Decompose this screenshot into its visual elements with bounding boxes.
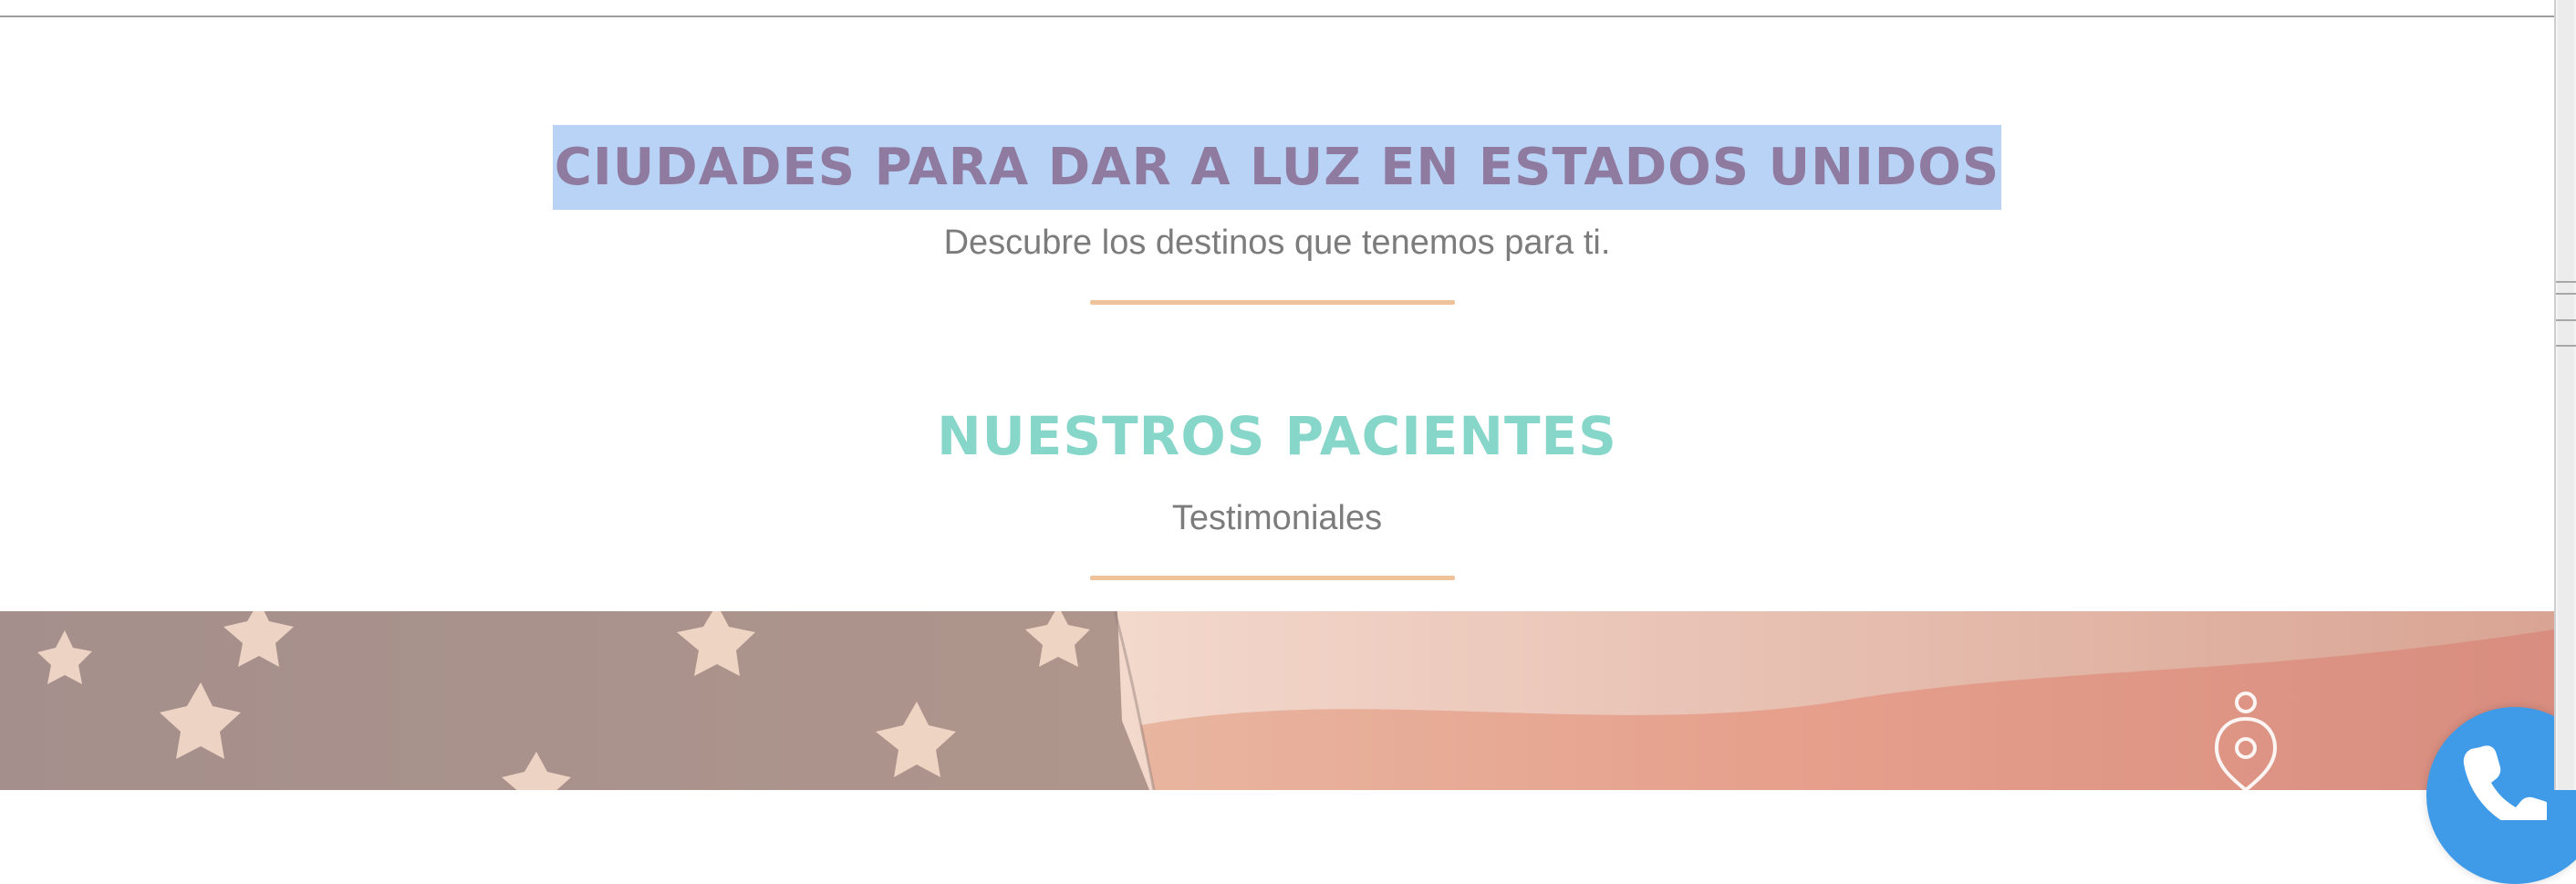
scrollbar-thumb[interactable] [2558, 0, 2574, 790]
hero-flag-image [0, 611, 2554, 790]
cities-divider [1090, 300, 1455, 305]
patients-subtitle-wrap: Testimoniales [0, 501, 2554, 536]
cities-section: CIUDADES PARA DAR A LUZ EN ESTADOS UNIDO… [0, 125, 2554, 210]
phone-icon [2463, 745, 2547, 820]
scrollbar-marker [2556, 319, 2576, 321]
cities-section-title: CIUDADES PARA DAR A LUZ EN ESTADOS UNIDO… [552, 125, 2002, 210]
patients-section-subtitle: Testimoniales [1171, 499, 1383, 537]
page-scrollbar[interactable] [2554, 0, 2576, 790]
scrollbar-marker [2556, 293, 2576, 295]
patients-section-title: NUESTROS PACIENTES [937, 405, 1617, 467]
browser-top-edge [0, 0, 2554, 17]
cities-subtitle-wrap: Descubre los destinos que tenemos para t… [0, 225, 2554, 260]
scrollbar-marker [2556, 345, 2576, 347]
patients-section: NUESTROS PACIENTES [0, 410, 2554, 463]
patients-divider [1090, 576, 1455, 580]
cities-section-subtitle: Descubre los destinos que tenemos para t… [943, 224, 1611, 262]
scrollbar-marker [2556, 281, 2576, 283]
map-pin-icon [2207, 686, 2284, 793]
flag-background [0, 611, 2554, 790]
